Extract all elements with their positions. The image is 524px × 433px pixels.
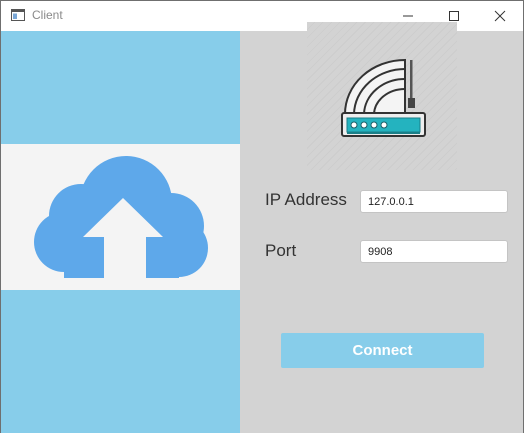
app-icon — [11, 9, 25, 21]
port-input[interactable] — [360, 240, 508, 263]
close-icon — [494, 10, 506, 22]
ip-address-input[interactable] — [360, 190, 508, 213]
window-title: Client — [32, 8, 63, 22]
ip-address-label: IP Address — [265, 190, 347, 209]
close-button[interactable] — [477, 1, 523, 31]
port-label: Port — [265, 241, 297, 260]
minimize-icon — [403, 15, 413, 17]
left-pane — [1, 31, 240, 433]
cloud-upload-icon — [34, 156, 208, 278]
router-icon — [341, 58, 426, 137]
connect-button[interactable]: Connect — [281, 333, 484, 368]
maximize-icon — [449, 11, 459, 21]
client-window: Client IP Address 127.0.0.1 Port 9908 Co… — [0, 0, 524, 433]
